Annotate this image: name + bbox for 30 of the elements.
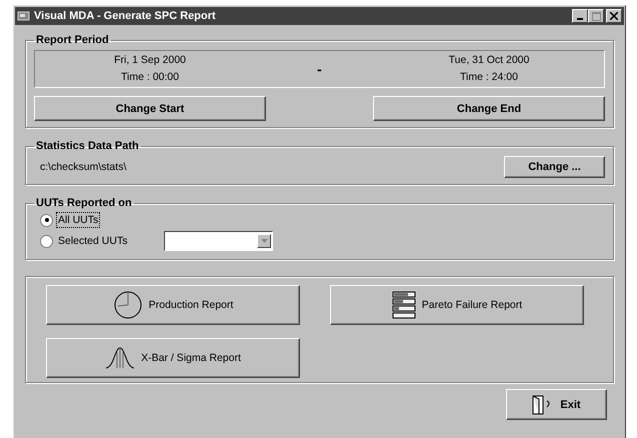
uut-dropdown[interactable] xyxy=(164,231,274,251)
close-icon xyxy=(610,12,618,20)
change-start-button[interactable]: Change Start xyxy=(34,96,266,121)
exit-button[interactable]: Exit xyxy=(506,389,607,420)
start-time: Time : 00:00 xyxy=(121,71,179,83)
group-title: UUTs Reported on xyxy=(35,197,133,209)
report-button[interactable]: X-Bar / Sigma Report xyxy=(46,338,300,378)
end-time: Time : 24:00 xyxy=(460,71,518,83)
pie-chart-icon xyxy=(112,290,143,320)
separator: - xyxy=(317,60,322,76)
app-icon xyxy=(17,11,31,21)
group-title: Report Period xyxy=(35,34,110,46)
start-date: Fri, 1 Sep 2000 xyxy=(114,54,186,66)
maximize-icon xyxy=(592,12,600,20)
bell-curve-icon xyxy=(105,347,136,369)
close-button[interactable] xyxy=(606,9,622,23)
report-button[interactable]: Production Report xyxy=(46,285,300,325)
radio-option[interactable]: All UUTs xyxy=(40,213,100,227)
change-end-button[interactable]: Change End xyxy=(373,96,605,121)
report-button[interactable]: Pareto Failure Report xyxy=(330,285,584,325)
window-title: Visual MDA - Generate SPC Report xyxy=(34,10,217,22)
maximize-button[interactable] xyxy=(588,9,604,23)
data-path: c:\checksum\stats\ xyxy=(40,161,126,173)
end-date: Tue, 31 Oct 2000 xyxy=(448,54,530,66)
bar-chart-icon xyxy=(392,291,416,319)
dropdown-arrow-icon xyxy=(260,239,268,243)
minimize-button[interactable] xyxy=(572,9,588,23)
radio-option[interactable]: Selected UUTs xyxy=(40,234,128,248)
group-title: Statistics Data Path xyxy=(35,140,140,152)
change-path-button[interactable]: Change ... xyxy=(504,156,605,178)
